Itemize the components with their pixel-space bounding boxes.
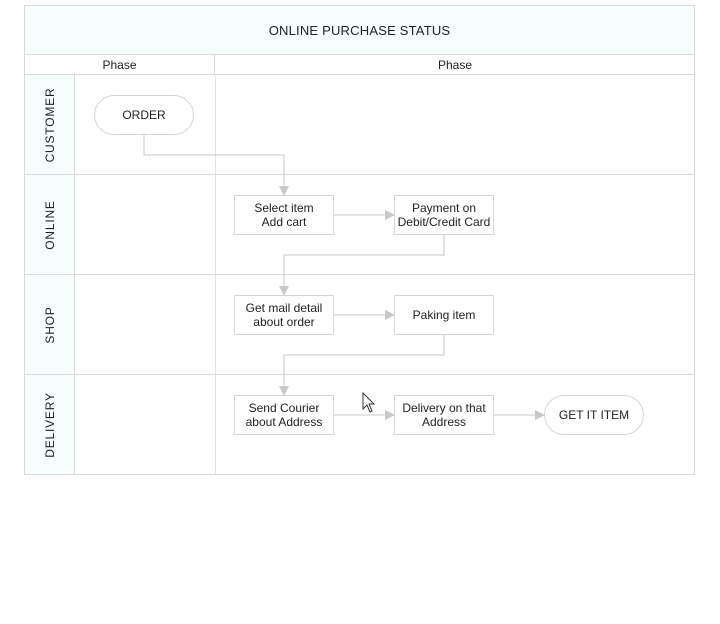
node-paking-item-label: Paking item <box>412 308 476 322</box>
lane-label-shop: SHOP <box>43 306 57 344</box>
lane-online: ONLINE <box>24 175 695 275</box>
node-order-label: ORDER <box>122 108 166 122</box>
lane-divider <box>215 175 216 274</box>
swimlane-diagram: ONLINE PURCHASE STATUS Phase Phase CUSTO… <box>0 0 720 624</box>
node-select-item-label: Select item Add cart <box>254 201 314 229</box>
node-order[interactable]: ORDER <box>94 95 194 135</box>
node-get-it-item[interactable]: GET IT ITEM <box>544 395 644 435</box>
mouse-pointer-icon <box>362 392 376 413</box>
lane-shop: SHOP <box>24 275 695 375</box>
lane-divider <box>215 75 216 174</box>
lane-divider <box>215 275 216 374</box>
node-select-item[interactable]: Select item Add cart <box>234 195 334 235</box>
lane-header-customer: CUSTOMER <box>25 75 75 174</box>
node-delivery-address-label: Delivery on that Address <box>402 401 486 429</box>
phase-header-2: Phase <box>437 57 473 72</box>
node-send-courier-label: Send Courier about Address <box>245 401 323 429</box>
node-payment-label: Payment on Debit/Credit Card <box>397 201 491 229</box>
phase-row: Phase Phase <box>24 55 695 75</box>
node-get-it-item-label: GET IT ITEM <box>558 408 630 422</box>
lane-header-delivery: DELIVERY <box>25 375 75 474</box>
lane-divider <box>215 375 216 474</box>
lane-header-online: ONLINE <box>25 175 75 274</box>
node-paking-item[interactable]: Paking item <box>394 295 494 335</box>
lane-label-delivery: DELIVERY <box>43 392 57 458</box>
node-payment[interactable]: Payment on Debit/Credit Card <box>394 195 494 235</box>
node-mail-detail-label: Get mail detail about order <box>245 301 323 329</box>
lane-label-online: ONLINE <box>43 200 57 250</box>
lane-label-customer: CUSTOMER <box>43 87 57 163</box>
node-delivery-address[interactable]: Delivery on that Address <box>394 395 494 435</box>
node-mail-detail[interactable]: Get mail detail about order <box>234 295 334 335</box>
node-send-courier[interactable]: Send Courier about Address <box>234 395 334 435</box>
phase-header-1: Phase <box>25 55 215 74</box>
lane-header-shop: SHOP <box>25 275 75 374</box>
diagram-title: ONLINE PURCHASE STATUS <box>24 5 695 55</box>
